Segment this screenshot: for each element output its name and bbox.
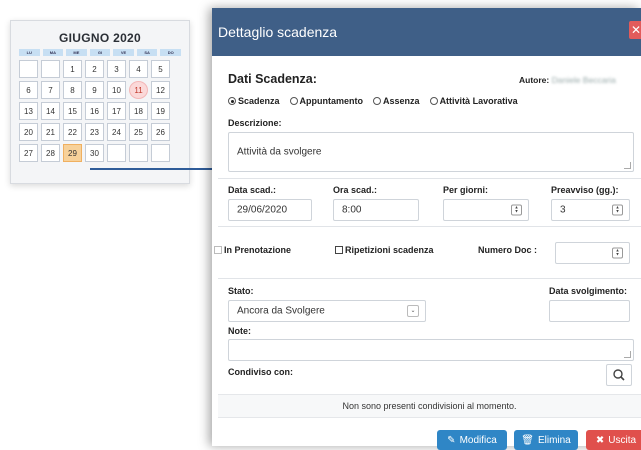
checkbox-icon bbox=[335, 246, 343, 254]
stato-label: Stato: bbox=[228, 286, 254, 296]
close-button[interactable]: ✕ bbox=[629, 21, 641, 39]
deadline-detail-dialog: Dettaglio scadenza ✕ Dati Scadenza: Auto… bbox=[212, 8, 641, 450]
search-share-button[interactable] bbox=[606, 364, 632, 386]
author-label: Autore: bbox=[519, 75, 550, 85]
radio-unchecked-icon bbox=[373, 97, 382, 105]
divider bbox=[218, 226, 641, 227]
note-label: Note: bbox=[228, 326, 251, 336]
spinner-icon[interactable]: ▴ ▾ bbox=[612, 204, 623, 216]
uscita-button[interactable]: ✖ Uscita bbox=[586, 430, 641, 450]
trash-icon: 🗑 bbox=[521, 434, 534, 446]
numero-doc-label: Numero Doc : bbox=[478, 245, 538, 255]
elimina-button[interactable]: 🗑 Elimina bbox=[514, 430, 578, 450]
numero-doc-input[interactable]: ▴ ▾ bbox=[555, 242, 630, 264]
description-label: Descrizione: bbox=[228, 118, 282, 128]
type-radio-group: Scadenza Appuntamento Assenza Attività L… bbox=[228, 96, 518, 106]
date-label: Data scad.: bbox=[228, 185, 277, 195]
chevron-down-icon: ⌄ bbox=[407, 305, 419, 317]
resize-handle-icon bbox=[624, 162, 631, 169]
section-title: Dati Scadenza: bbox=[228, 72, 317, 86]
radio-checked-icon bbox=[228, 97, 236, 105]
modifica-button[interactable]: ✎ Modifica bbox=[437, 430, 507, 450]
radio-assenza[interactable]: Assenza bbox=[373, 96, 420, 106]
author-info: Autore: Daniele Beccaria bbox=[519, 75, 616, 85]
dialog-title: Dettaglio scadenza bbox=[218, 24, 338, 40]
checkbox-icon bbox=[214, 246, 222, 254]
notice-input[interactable]: 3 ▴ ▾ bbox=[551, 199, 630, 221]
ripetizioni-checkbox[interactable]: Ripetizioni scadenza bbox=[335, 245, 434, 255]
notice-label: Preavviso (gg.): bbox=[551, 185, 619, 195]
time-label: Ora scad.: bbox=[333, 185, 378, 195]
spinner-icon[interactable]: ▴ ▾ bbox=[511, 204, 522, 216]
author-value: Daniele Beccaria bbox=[551, 75, 616, 85]
data-svolgimento-input[interactable] bbox=[549, 300, 630, 322]
time-input[interactable]: 8:00 bbox=[333, 199, 419, 221]
in-prenotazione-checkbox[interactable]: In Prenotazione bbox=[214, 245, 291, 255]
radio-scadenza[interactable]: Scadenza bbox=[228, 96, 280, 106]
resize-handle-icon bbox=[624, 351, 631, 358]
divider bbox=[218, 278, 641, 279]
dialog-header: Dettaglio scadenza ✕ bbox=[212, 8, 641, 56]
divider bbox=[218, 178, 641, 179]
condiviso-label: Condiviso con: bbox=[228, 367, 293, 377]
spinner-icon[interactable]: ▴ ▾ bbox=[612, 247, 623, 259]
days-input[interactable]: ▴ ▾ bbox=[443, 199, 529, 221]
description-value: Attività da svolgere bbox=[237, 146, 322, 158]
description-textarea[interactable]: Attività da svolgere bbox=[228, 132, 634, 172]
radio-attivita-lavorativa[interactable]: Attività Lavorativa bbox=[429, 96, 518, 106]
dialog-body: Dati Scadenza: Autore: Daniele Beccaria … bbox=[212, 56, 641, 450]
radio-unchecked-icon bbox=[289, 97, 298, 105]
data-svolgimento-label: Data svolgimento: bbox=[549, 286, 628, 296]
note-textarea[interactable] bbox=[228, 339, 634, 361]
close-icon: ✕ bbox=[630, 23, 641, 37]
search-icon bbox=[613, 369, 625, 381]
radio-appuntamento[interactable]: Appuntamento bbox=[289, 96, 363, 106]
date-input[interactable]: 29/06/2020 bbox=[228, 199, 312, 221]
pencil-icon: ✎ bbox=[447, 434, 456, 446]
stato-select[interactable]: Ancora da Svolgere ⌄ bbox=[228, 300, 426, 322]
days-label: Per giorni: bbox=[443, 185, 489, 195]
radio-unchecked-icon bbox=[429, 97, 438, 105]
close-icon: ✖ bbox=[595, 434, 605, 446]
no-shares-message: Non sono presenti condivisioni al moment… bbox=[218, 394, 641, 418]
